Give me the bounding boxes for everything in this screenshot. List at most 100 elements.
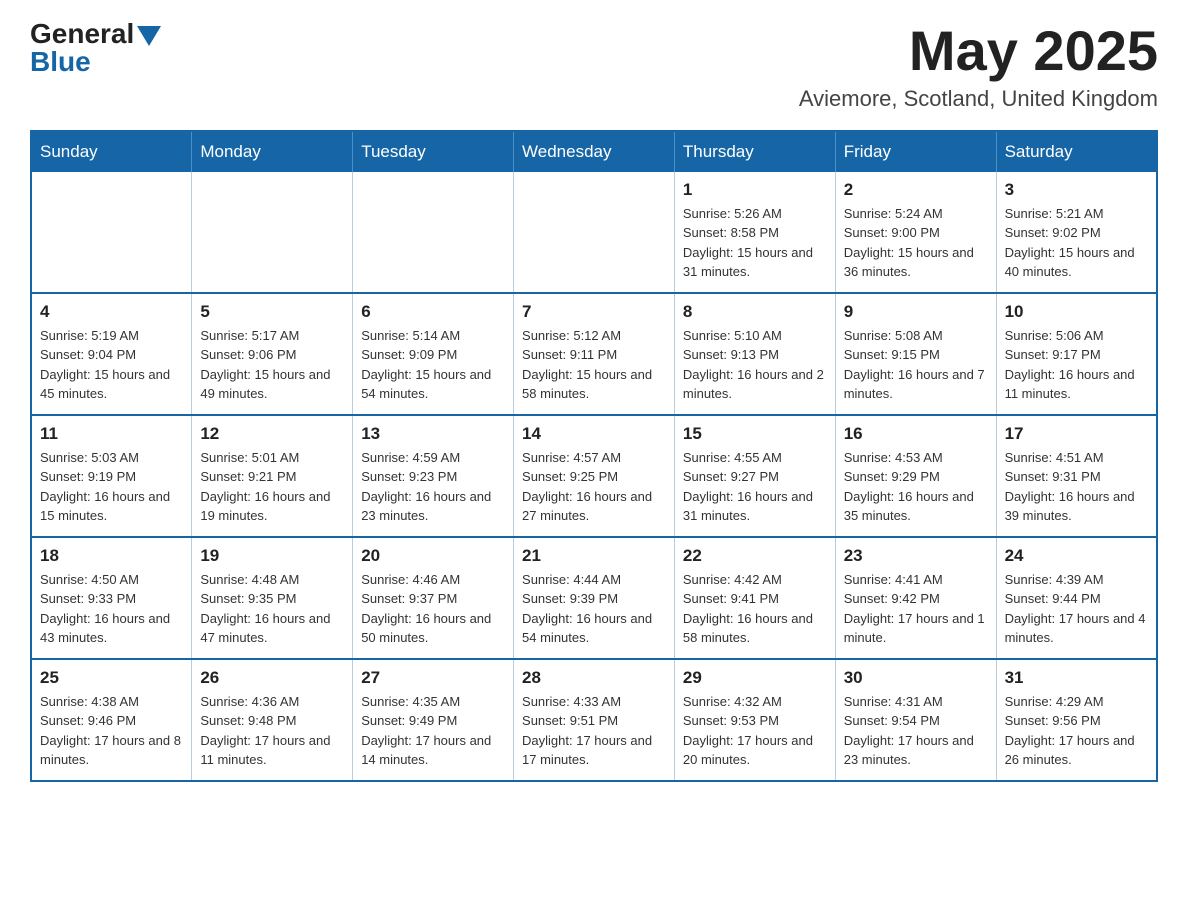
weekday-header-monday: Monday [192, 131, 353, 172]
day-info: Sunrise: 4:32 AMSunset: 9:53 PMDaylight:… [683, 692, 827, 770]
day-number: 10 [1005, 302, 1148, 322]
calendar-cell: 22 Sunrise: 4:42 AMSunset: 9:41 PMDayligh… [674, 537, 835, 659]
day-number: 21 [522, 546, 666, 566]
calendar-cell: 25Sunrise: 4:38 AMSunset: 9:46 PMDayligh… [31, 659, 192, 781]
page-header: General Blue May 2025 Aviemore, Scotland… [30, 20, 1158, 112]
day-number: 11 [40, 424, 183, 444]
day-info: Sunrise: 5:12 AMSunset: 9:11 PMDaylight:… [522, 326, 666, 404]
day-info: Sunrise: 4:41 AMSunset: 9:42 PMDaylight:… [844, 570, 988, 648]
day-info: Sunrise: 4:46 AMSunset: 9:37 PMDaylight:… [361, 570, 505, 648]
day-info: Sunrise: 4:53 AMSunset: 9:29 PMDaylight:… [844, 448, 988, 526]
day-info: Sunrise: 4:31 AMSunset: 9:54 PMDaylight:… [844, 692, 988, 770]
calendar-cell: 28Sunrise: 4:33 AMSunset: 9:51 PMDayligh… [514, 659, 675, 781]
calendar-cell: 6Sunrise: 5:14 AMSunset: 9:09 PMDaylight… [353, 293, 514, 415]
calendar-location: Aviemore, Scotland, United Kingdom [799, 86, 1158, 112]
calendar-cell: 4 Sunrise: 5:19 AMSunset: 9:04 PMDaylight… [31, 293, 192, 415]
week-row-5: 25Sunrise: 4:38 AMSunset: 9:46 PMDayligh… [31, 659, 1157, 781]
weekday-header-row: SundayMondayTuesdayWednesdayThursdayFrid… [31, 131, 1157, 172]
day-info: Sunrise: 5:26 AMSunset: 8:58 PMDaylight:… [683, 204, 827, 282]
logo-general-text: General [30, 20, 134, 48]
day-number: 9 [844, 302, 988, 322]
calendar-cell: 14Sunrise: 4:57 AMSunset: 9:25 PMDayligh… [514, 415, 675, 537]
day-number: 17 [1005, 424, 1148, 444]
day-info: Sunrise: 4:48 AMSunset: 9:35 PMDaylight:… [200, 570, 344, 648]
calendar-table: SundayMondayTuesdayWednesdayThursdayFrid… [30, 130, 1158, 782]
week-row-3: 11 Sunrise: 5:03 AMSunset: 9:19 PMDayligh… [31, 415, 1157, 537]
day-info: Sunrise: 4:50 AMSunset: 9:33 PMDaylight:… [40, 570, 183, 648]
calendar-cell: 27 Sunrise: 4:35 AMSunset: 9:49 PMDayligh… [353, 659, 514, 781]
calendar-cell: 10Sunrise: 5:06 AMSunset: 9:17 PMDayligh… [996, 293, 1157, 415]
day-number: 29 [683, 668, 827, 688]
day-info: Sunrise: 5:08 AMSunset: 9:15 PMDaylight:… [844, 326, 988, 404]
day-number: 7 [522, 302, 666, 322]
calendar-cell: 15Sunrise: 4:55 AMSunset: 9:27 PMDayligh… [674, 415, 835, 537]
calendar-cell: 16 Sunrise: 4:53 AMSunset: 9:29 PMDayligh… [835, 415, 996, 537]
day-number: 15 [683, 424, 827, 444]
day-number: 2 [844, 180, 988, 200]
weekday-header-saturday: Saturday [996, 131, 1157, 172]
calendar-cell: 31 Sunrise: 4:29 AMSunset: 9:56 PMDayligh… [996, 659, 1157, 781]
logo-arrow-icon [137, 26, 161, 46]
calendar-title: May 2025 [799, 20, 1158, 82]
calendar-cell: 20 Sunrise: 4:46 AMSunset: 9:37 PMDayligh… [353, 537, 514, 659]
day-number: 3 [1005, 180, 1148, 200]
day-number: 16 [844, 424, 988, 444]
day-number: 4 [40, 302, 183, 322]
day-info: Sunrise: 4:29 AMSunset: 9:56 PMDaylight:… [1005, 692, 1148, 770]
calendar-cell: 19Sunrise: 4:48 AMSunset: 9:35 PMDayligh… [192, 537, 353, 659]
day-number: 6 [361, 302, 505, 322]
calendar-cell [192, 172, 353, 293]
day-info: Sunrise: 4:35 AMSunset: 9:49 PMDaylight:… [361, 692, 505, 770]
calendar-cell: 18 Sunrise: 4:50 AMSunset: 9:33 PMDayligh… [31, 537, 192, 659]
calendar-cell: 26Sunrise: 4:36 AMSunset: 9:48 PMDayligh… [192, 659, 353, 781]
day-info: Sunrise: 4:51 AMSunset: 9:31 PMDaylight:… [1005, 448, 1148, 526]
day-info: Sunrise: 5:03 AMSunset: 9:19 PMDaylight:… [40, 448, 183, 526]
day-info: Sunrise: 5:21 AMSunset: 9:02 PMDaylight:… [1005, 204, 1148, 282]
calendar-cell: 21 Sunrise: 4:44 AMSunset: 9:39 PMDayligh… [514, 537, 675, 659]
week-row-4: 18 Sunrise: 4:50 AMSunset: 9:33 PMDayligh… [31, 537, 1157, 659]
calendar-cell: 30 Sunrise: 4:31 AMSunset: 9:54 PMDayligh… [835, 659, 996, 781]
day-number: 20 [361, 546, 505, 566]
day-info: Sunrise: 5:01 AMSunset: 9:21 PMDaylight:… [200, 448, 344, 526]
day-info: Sunrise: 4:44 AMSunset: 9:39 PMDaylight:… [522, 570, 666, 648]
day-number: 1 [683, 180, 827, 200]
calendar-cell: 24 Sunrise: 4:39 AMSunset: 9:44 PMDayligh… [996, 537, 1157, 659]
day-number: 18 [40, 546, 183, 566]
day-number: 27 [361, 668, 505, 688]
calendar-cell: 3 Sunrise: 5:21 AMSunset: 9:02 PMDaylight… [996, 172, 1157, 293]
calendar-cell [31, 172, 192, 293]
calendar-cell: 13 Sunrise: 4:59 AMSunset: 9:23 PMDayligh… [353, 415, 514, 537]
day-info: Sunrise: 5:19 AMSunset: 9:04 PMDaylight:… [40, 326, 183, 404]
calendar-cell: 12Sunrise: 5:01 AMSunset: 9:21 PMDayligh… [192, 415, 353, 537]
weekday-header-tuesday: Tuesday [353, 131, 514, 172]
calendar-cell: 7 Sunrise: 5:12 AMSunset: 9:11 PMDaylight… [514, 293, 675, 415]
calendar-cell [353, 172, 514, 293]
day-info: Sunrise: 4:39 AMSunset: 9:44 PMDaylight:… [1005, 570, 1148, 648]
week-row-2: 4 Sunrise: 5:19 AMSunset: 9:04 PMDaylight… [31, 293, 1157, 415]
day-info: Sunrise: 4:38 AMSunset: 9:46 PMDaylight:… [40, 692, 183, 770]
day-info: Sunrise: 5:17 AMSunset: 9:06 PMDaylight:… [200, 326, 344, 404]
weekday-header-wednesday: Wednesday [514, 131, 675, 172]
title-block: May 2025 Aviemore, Scotland, United King… [799, 20, 1158, 112]
day-info: Sunrise: 5:10 AMSunset: 9:13 PMDaylight:… [683, 326, 827, 404]
day-info: Sunrise: 4:42 AMSunset: 9:41 PMDaylight:… [683, 570, 827, 648]
day-info: Sunrise: 4:36 AMSunset: 9:48 PMDaylight:… [200, 692, 344, 770]
calendar-cell: 1 Sunrise: 5:26 AMSunset: 8:58 PMDaylight… [674, 172, 835, 293]
calendar-cell [514, 172, 675, 293]
calendar-cell: 9 Sunrise: 5:08 AMSunset: 9:15 PMDaylight… [835, 293, 996, 415]
calendar-cell: 2Sunrise: 5:24 AMSunset: 9:00 PMDaylight… [835, 172, 996, 293]
week-row-1: 1 Sunrise: 5:26 AMSunset: 8:58 PMDaylight… [31, 172, 1157, 293]
day-number: 31 [1005, 668, 1148, 688]
weekday-header-sunday: Sunday [31, 131, 192, 172]
calendar-cell: 5Sunrise: 5:17 AMSunset: 9:06 PMDaylight… [192, 293, 353, 415]
day-number: 30 [844, 668, 988, 688]
weekday-header-thursday: Thursday [674, 131, 835, 172]
day-number: 24 [1005, 546, 1148, 566]
calendar-cell: 11 Sunrise: 5:03 AMSunset: 9:19 PMDayligh… [31, 415, 192, 537]
day-info: Sunrise: 4:57 AMSunset: 9:25 PMDaylight:… [522, 448, 666, 526]
day-number: 28 [522, 668, 666, 688]
day-number: 22 [683, 546, 827, 566]
day-info: Sunrise: 4:59 AMSunset: 9:23 PMDaylight:… [361, 448, 505, 526]
calendar-cell: 17 Sunrise: 4:51 AMSunset: 9:31 PMDayligh… [996, 415, 1157, 537]
day-number: 13 [361, 424, 505, 444]
